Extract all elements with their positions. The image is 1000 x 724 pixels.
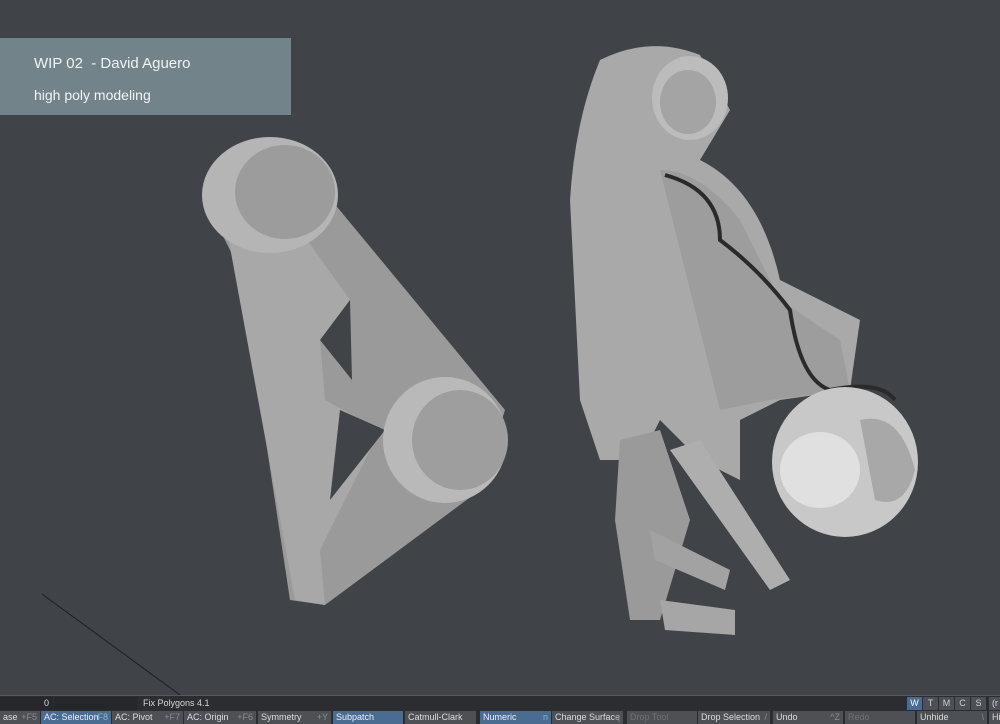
- toolbar-button-drop-tool[interactable]: Drop Tool: [627, 711, 697, 724]
- button-label: Undo: [776, 712, 798, 722]
- toolbar-button-ac-origin[interactable]: AC: Origin +F6: [184, 711, 256, 724]
- toolbar-button-numeric[interactable]: Numeric n: [480, 711, 551, 724]
- toolbar-button-ase[interactable]: ase +F5: [0, 711, 40, 724]
- hinge-bracket-model: [202, 137, 508, 605]
- title-overlay: WIP 02 - David Aguero high poly modeling: [0, 38, 291, 115]
- toolbar-button-ac-pivot[interactable]: AC: Pivot +F7: [112, 711, 183, 724]
- toolbar-button-ac-selection[interactable]: AC: Selection +F8: [41, 711, 111, 724]
- shortcut-key: ^Z: [830, 712, 840, 722]
- trailing-button[interactable]: (r: [989, 697, 1000, 710]
- button-label: Change Surface: [555, 712, 621, 722]
- button-label: Symmetry: [261, 712, 302, 722]
- toolbar-button-unhide[interactable]: Unhide \: [917, 711, 987, 724]
- view-toggle-s[interactable]: S: [971, 697, 986, 710]
- button-label: AC: Pivot: [115, 712, 153, 722]
- button-label: Drop Tool: [630, 712, 669, 722]
- current-tool-label: Fix Polygons 4.1: [143, 698, 210, 708]
- grid-line: [41, 593, 181, 695]
- toolbar-button-subpatch[interactable]: Subpatch: [333, 711, 403, 724]
- button-label: Hi: [992, 712, 1000, 722]
- button-label: Unhide: [920, 712, 949, 722]
- button-label: AC: Selection: [44, 712, 99, 722]
- toolbar-button-redo[interactable]: Redo: [845, 711, 915, 724]
- button-label: ase: [3, 712, 18, 722]
- view-toggle-w[interactable]: W: [907, 697, 922, 710]
- button-label: Subpatch: [336, 712, 375, 722]
- button-label: Catmull-Clark: [408, 712, 463, 722]
- overlay-title: WIP 02 - David Aguero: [34, 55, 191, 72]
- shortcut-key: q: [614, 712, 620, 722]
- shortcut-key: +Y: [316, 712, 328, 722]
- shortcut-key: +F8: [92, 712, 108, 722]
- status-bar: 0 Fix Polygons 4.1 WTMCS (r: [0, 695, 1000, 711]
- button-label: Redo: [848, 712, 870, 722]
- toolbar-button-symmetry[interactable]: Symmetry +Y: [258, 711, 331, 724]
- view-toggle-m[interactable]: M: [939, 697, 954, 710]
- toolbar-button-hi[interactable]: Hi: [989, 711, 1000, 724]
- shortcut-key: +F7: [164, 712, 180, 722]
- view-toggle-c[interactable]: C: [955, 697, 970, 710]
- shortcut-key: /: [764, 712, 767, 722]
- numeric-field[interactable]: 0: [0, 697, 53, 710]
- button-label: AC: Origin: [187, 712, 229, 722]
- view-toggle-t[interactable]: T: [923, 697, 938, 710]
- button-label: Drop Selection: [701, 712, 761, 722]
- toolbar-button-drop-selection[interactable]: Drop Selection /: [698, 711, 770, 724]
- 3d-viewport[interactable]: WIP 02 - David Aguero high poly modeling: [0, 0, 1000, 695]
- toolbar: ase +F5 AC: Selection +F8 AC: Pivot +F7 AC: Or…: [0, 711, 1000, 724]
- shortcut-key: +F5: [21, 712, 37, 722]
- shortcut-key: n: [542, 712, 548, 722]
- shortcut-key: \: [981, 712, 984, 722]
- empty-field[interactable]: [54, 697, 137, 710]
- robotic-arm-model: [570, 46, 918, 635]
- overlay-subtitle: high poly modeling: [34, 87, 151, 103]
- toolbar-button-change-surface[interactable]: Change Surface q: [552, 711, 623, 724]
- shortcut-key: +F6: [237, 712, 253, 722]
- toolbar-button-catmull-clark[interactable]: Catmull-Clark: [405, 711, 476, 724]
- button-label: Numeric: [483, 712, 517, 722]
- toolbar-button-undo[interactable]: Undo ^Z: [773, 711, 843, 724]
